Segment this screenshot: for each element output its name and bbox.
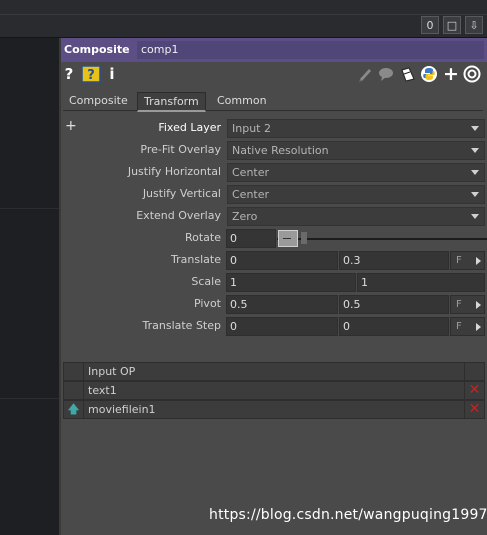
- top-bar: 0 □ ⇩: [0, 0, 487, 38]
- add-icon[interactable]: +: [443, 65, 459, 84]
- param-pivot: Pivot 0.5 0.5 F: [59, 294, 487, 314]
- row-handle[interactable]: [63, 381, 84, 400]
- move-up-icon[interactable]: 🡅: [63, 400, 84, 419]
- mode-label: F: [456, 299, 462, 310]
- chevron-right-icon: [476, 301, 481, 309]
- maximize-button[interactable]: □: [443, 16, 461, 34]
- panel-divider[interactable]: [59, 38, 61, 535]
- parameter-tabs: Composite Transform Common: [63, 90, 483, 112]
- extend-overlay-menu[interactable]: Zero: [227, 207, 485, 226]
- param-label: Translate Step: [142, 319, 222, 332]
- table-header-input-op: Input OP: [83, 362, 465, 381]
- justify-horizontal-menu[interactable]: Center: [227, 163, 485, 182]
- param-label: Pivot: [193, 297, 221, 310]
- chevron-down-icon: [471, 192, 479, 197]
- chevron-down-icon: [471, 126, 479, 131]
- menu-value: Center: [232, 188, 270, 201]
- chevron-down-icon: [471, 148, 479, 153]
- table-row: 🡅 moviefilein1 ✕: [63, 400, 485, 419]
- param-fixed-layer: Fixed Layer Input 2: [59, 118, 487, 138]
- counter-button[interactable]: 0: [421, 16, 439, 34]
- justify-vertical-menu[interactable]: Center: [227, 185, 485, 204]
- scale-y-field[interactable]: 1: [357, 273, 485, 292]
- panel-header: Composite comp1: [59, 38, 487, 62]
- chevron-down-icon: [471, 170, 479, 175]
- download-button[interactable]: ⇩: [465, 16, 483, 34]
- translate-step-y-field[interactable]: 0: [339, 317, 449, 336]
- param-label: Scale: [191, 275, 221, 288]
- translate-y-field[interactable]: 0.3: [339, 251, 449, 270]
- grid-line: [0, 208, 59, 209]
- pivot-mode-button[interactable]: F: [450, 295, 485, 314]
- operator-name-field[interactable]: comp1: [137, 41, 484, 59]
- param-justify-horizontal: Justify Horizontal Center: [59, 162, 487, 182]
- translate-step-mode-button[interactable]: F: [450, 317, 485, 336]
- param-extend-overlay: Extend Overlay Zero: [59, 206, 487, 226]
- network-pane[interactable]: [0, 38, 59, 535]
- pivot-y-field[interactable]: 0.5: [339, 295, 449, 314]
- translate-mode-button[interactable]: F: [450, 251, 485, 270]
- delete-icon[interactable]: ✕: [464, 381, 485, 400]
- rotate-slider-track[interactable]: [277, 238, 487, 240]
- info-icon[interactable]: i: [107, 65, 117, 83]
- input-op-field[interactable]: moviefilein1: [83, 400, 465, 419]
- grid-line: [0, 398, 59, 399]
- operator-type: Composite: [64, 43, 130, 56]
- param-label: Fixed Layer: [158, 121, 221, 134]
- comment-icon[interactable]: [377, 65, 395, 83]
- mode-label: F: [456, 255, 462, 266]
- table-header-blank: [63, 362, 84, 381]
- tab-transform[interactable]: Transform: [137, 92, 206, 112]
- parameter-panel: Composite comp1 ? ? i + Composite Transf…: [59, 38, 487, 535]
- table-header-row: Input OP: [63, 362, 485, 381]
- param-label: Pre-Fit Overlay: [140, 143, 221, 156]
- param-translate: Translate 0 0.3 F: [59, 250, 487, 270]
- pivot-x-field[interactable]: 0.5: [226, 295, 338, 314]
- param-prefit-overlay: Pre-Fit Overlay Native Resolution: [59, 140, 487, 160]
- param-label: Extend Overlay: [136, 209, 221, 222]
- svg-text:?: ?: [87, 68, 95, 83]
- chevron-down-icon: [471, 214, 479, 219]
- help-icon[interactable]: ?: [63, 65, 75, 83]
- pencil-icon[interactable]: [357, 65, 373, 83]
- mode-label: F: [456, 321, 462, 332]
- input-op-field[interactable]: text1: [83, 381, 465, 400]
- table-header-blank: [464, 362, 485, 381]
- param-label: Translate: [171, 253, 221, 266]
- param-scale: Scale 1 1: [59, 272, 487, 292]
- python-help-icon[interactable]: ?: [81, 65, 101, 83]
- icon-toolbar: ? ? i +: [59, 62, 487, 86]
- tab-common[interactable]: Common: [211, 92, 273, 109]
- param-translate-step: Translate Step 0 0 F: [59, 316, 487, 336]
- watermark: https://blog.csdn.net/wangpuqing1997: [209, 507, 487, 523]
- tab-composite[interactable]: Composite: [63, 92, 134, 109]
- table-row: text1 ✕: [63, 381, 485, 400]
- viewer-icon[interactable]: [463, 65, 481, 83]
- menu-value: Center: [232, 166, 270, 179]
- rotate-slider-tick: [301, 232, 307, 244]
- delete-icon[interactable]: ✕: [464, 400, 485, 419]
- translate-x-field[interactable]: 0: [226, 251, 338, 270]
- top-bar-divider: [0, 14, 487, 15]
- param-justify-vertical: Justify Vertical Center: [59, 184, 487, 204]
- scale-x-field[interactable]: 1: [226, 273, 356, 292]
- param-label: Justify Vertical: [142, 187, 221, 200]
- param-label: Rotate: [184, 231, 221, 244]
- menu-value: Zero: [232, 210, 258, 223]
- prefit-overlay-menu[interactable]: Native Resolution: [227, 141, 485, 160]
- menu-value: Native Resolution: [232, 144, 329, 157]
- param-label: Justify Horizontal: [127, 165, 221, 178]
- translate-step-x-field[interactable]: 0: [226, 317, 338, 336]
- rotate-field[interactable]: 0: [226, 229, 276, 248]
- python-icon[interactable]: [420, 65, 438, 83]
- chevron-right-icon: [476, 323, 481, 331]
- chevron-right-icon: [476, 257, 481, 265]
- rotate-slider-knob[interactable]: [278, 230, 298, 247]
- param-rotate: Rotate 0: [59, 228, 487, 248]
- clone-icon[interactable]: [399, 65, 417, 83]
- menu-value: Input 2: [232, 122, 271, 135]
- fixed-layer-menu[interactable]: Input 2: [227, 119, 485, 138]
